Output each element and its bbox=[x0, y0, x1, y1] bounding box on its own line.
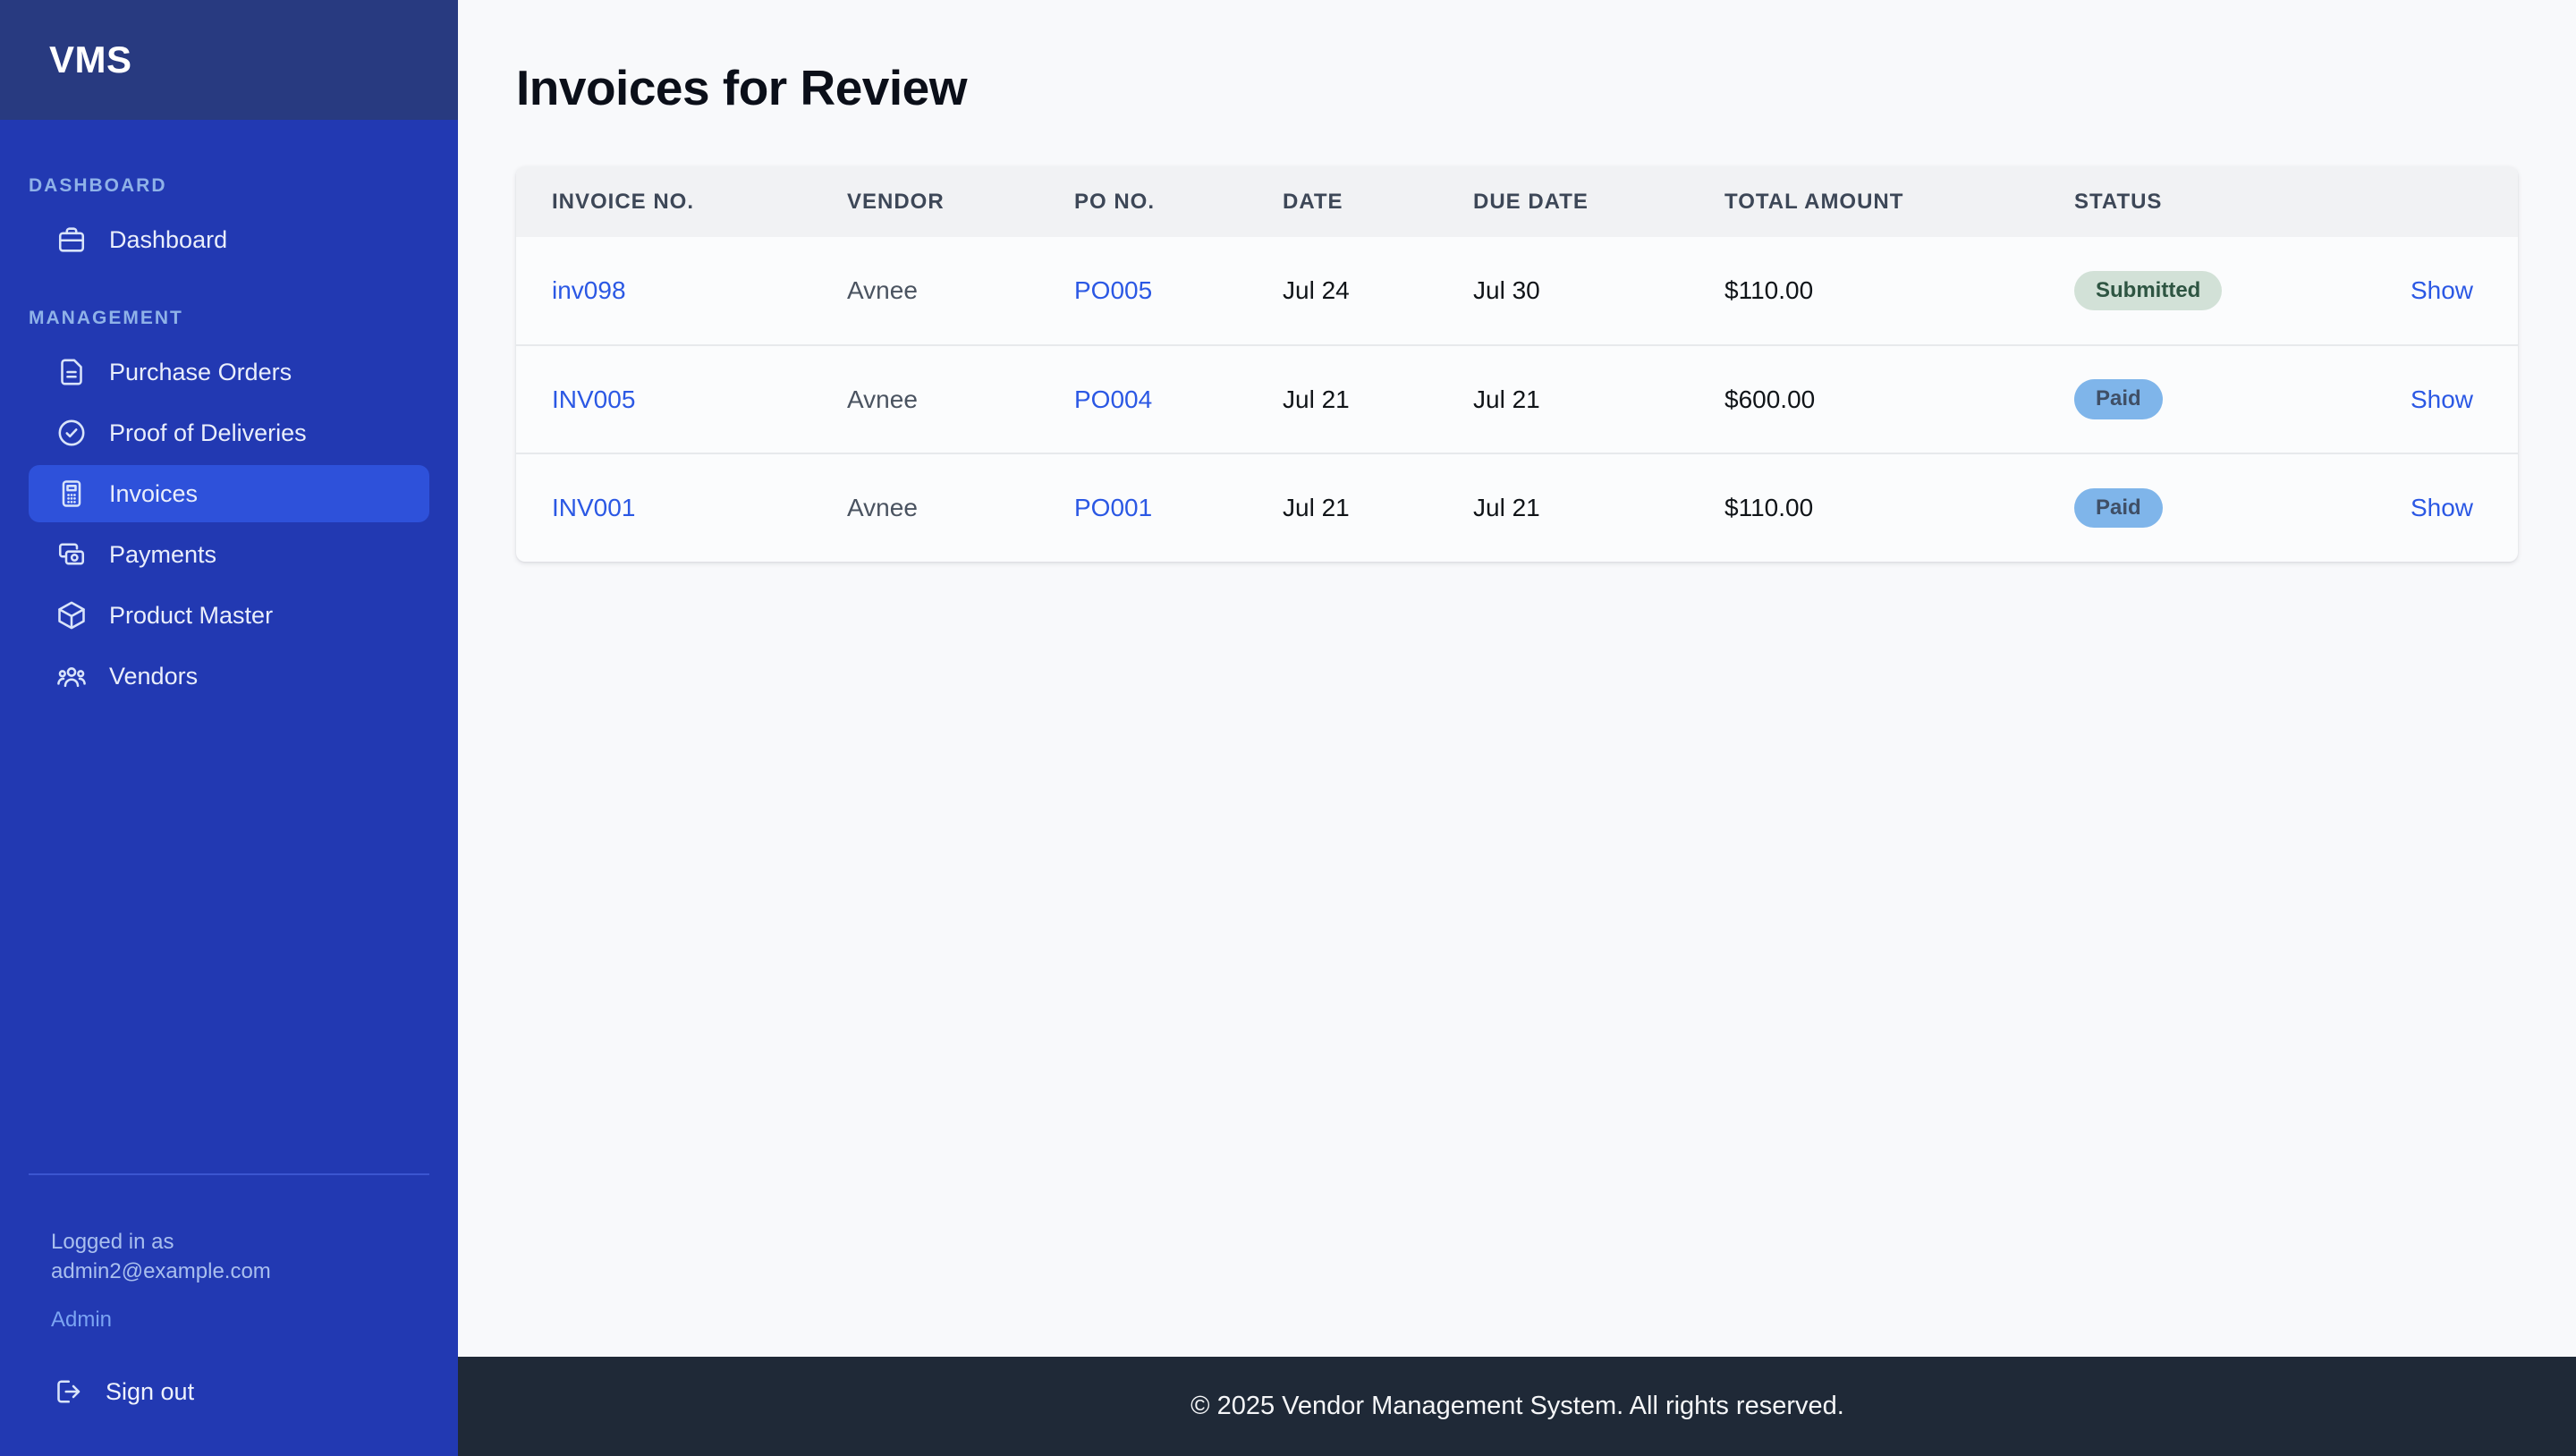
column-header-invoice-no: Invoice No. bbox=[552, 189, 695, 214]
users-icon bbox=[55, 660, 88, 692]
sidebar-item-label: Dashboard bbox=[109, 225, 228, 253]
total-amount-cell: $600.00 bbox=[1689, 344, 2038, 453]
main-content: Invoices for Review Invoice No. Vendor P… bbox=[458, 0, 2576, 1357]
sign-out-button[interactable]: Sign out bbox=[29, 1363, 429, 1420]
user-role: Admin bbox=[51, 1308, 113, 1332]
invoice-link[interactable]: INV001 bbox=[552, 494, 635, 521]
sidebar-item-invoices[interactable]: Invoices bbox=[29, 465, 429, 522]
sidebar-item-label: Product Master bbox=[109, 601, 274, 629]
date-cell: Jul 24 bbox=[1283, 276, 1350, 304]
sidebar-item-label: Invoices bbox=[109, 479, 199, 507]
app-logo: VMS bbox=[49, 38, 132, 80]
status-badge: Paid bbox=[2074, 379, 2163, 419]
main-area: Invoices for Review Invoice No. Vendor P… bbox=[458, 0, 2576, 1456]
due-date-cell: Jul 21 bbox=[1437, 453, 1689, 562]
footer: © 2025 Vendor Management System. All rig… bbox=[458, 1357, 2576, 1456]
column-header-po-no: PO No. bbox=[1074, 189, 1156, 214]
sidebar-user-section: Logged in as admin2@example.com Admin Si… bbox=[0, 1173, 458, 1456]
sidebar-item-payments[interactable]: Payments bbox=[29, 526, 429, 583]
nav-section-label-management: Management bbox=[29, 308, 183, 328]
sidebar-item-label: Purchase Orders bbox=[109, 358, 292, 385]
due-date-cell: Jul 21 bbox=[1437, 344, 1689, 453]
sidebar-item-dashboard[interactable]: Dashboard bbox=[29, 211, 429, 268]
table-row: inv098 Avnee PO005 Jul 24 Jul 30 $110.00… bbox=[516, 237, 2518, 345]
column-header-vendor: Vendor bbox=[847, 189, 945, 214]
sidebar-item-label: Proof of Deliveries bbox=[109, 419, 307, 446]
footer-text: © 2025 Vendor Management System. All rig… bbox=[1191, 1392, 1844, 1420]
sidebar: VMS Dashboard Dashboard Management bbox=[0, 0, 458, 1456]
column-header-due-date: Due Date bbox=[1473, 189, 1589, 214]
status-badge: Paid bbox=[2074, 487, 2163, 529]
total-amount-cell: $110.00 bbox=[1689, 453, 2038, 562]
logged-in-label: Logged in as bbox=[51, 1230, 174, 1254]
sidebar-item-proof-of-deliveries[interactable]: Proof of Deliveries bbox=[29, 404, 429, 461]
show-link[interactable]: Show bbox=[2411, 494, 2473, 521]
nav-section-label-dashboard: Dashboard bbox=[29, 175, 167, 196]
column-header-total-amount: Total Amount bbox=[1724, 189, 1904, 214]
column-header-status: Status bbox=[2074, 189, 2163, 214]
show-link[interactable]: Show bbox=[2411, 276, 2473, 304]
po-link[interactable]: PO004 bbox=[1074, 385, 1152, 413]
document-icon bbox=[55, 356, 88, 388]
table-row: INV005 Avnee PO004 Jul 21 Jul 21 $600.00… bbox=[516, 344, 2518, 453]
due-date-cell: Jul 30 bbox=[1473, 276, 1540, 304]
sidebar-item-vendors[interactable]: Vendors bbox=[29, 648, 429, 705]
app-window: VMS Dashboard Dashboard Management bbox=[0, 0, 2576, 1456]
vendor-cell: Avnee bbox=[847, 276, 918, 304]
calculator-icon bbox=[55, 478, 88, 510]
po-link[interactable]: PO005 bbox=[1074, 276, 1152, 304]
invoice-link[interactable]: inv098 bbox=[552, 276, 626, 304]
page-title: Invoices for Review bbox=[516, 60, 968, 115]
briefcase-icon bbox=[55, 224, 88, 256]
sidebar-item-label: Vendors bbox=[109, 662, 199, 690]
invoices-table: Invoice No. Vendor PO No. Date Due Date … bbox=[516, 166, 2518, 562]
vendor-cell: Avnee bbox=[811, 344, 1038, 453]
sidebar-nav: Dashboard Dashboard Management bbox=[0, 120, 458, 708]
banknotes-icon bbox=[55, 538, 88, 571]
sidebar-divider bbox=[29, 1173, 429, 1175]
invoices-table-card: Invoice No. Vendor PO No. Date Due Date … bbox=[516, 166, 2518, 562]
user-email: admin2@example.com bbox=[51, 1259, 271, 1283]
sidebar-item-label: Payments bbox=[109, 540, 217, 568]
status-badge: Submitted bbox=[2074, 270, 2223, 311]
cube-icon bbox=[55, 599, 88, 631]
vendor-cell: Avnee bbox=[811, 453, 1038, 562]
sign-out-label: Sign out bbox=[106, 1377, 195, 1405]
invoice-link[interactable]: INV005 bbox=[552, 385, 635, 413]
check-circle-icon bbox=[55, 417, 88, 449]
table-row: INV001 Avnee PO001 Jul 21 Jul 21 $110.00… bbox=[516, 453, 2518, 562]
column-header-action bbox=[2334, 166, 2518, 237]
sidebar-header: VMS bbox=[0, 0, 458, 120]
sidebar-item-purchase-orders[interactable]: Purchase Orders bbox=[29, 343, 429, 401]
date-cell: Jul 21 bbox=[1247, 453, 1437, 562]
sidebar-item-product-master[interactable]: Product Master bbox=[29, 587, 429, 644]
logged-in-as: Logged in as admin2@example.com bbox=[0, 1227, 458, 1286]
column-header-date: Date bbox=[1283, 189, 1343, 214]
date-cell: Jul 21 bbox=[1247, 344, 1437, 453]
po-link[interactable]: PO001 bbox=[1074, 494, 1152, 521]
total-amount-cell: $110.00 bbox=[1724, 276, 1814, 304]
show-link[interactable]: Show bbox=[2411, 385, 2473, 413]
logout-icon bbox=[52, 1376, 84, 1408]
table-header-row: Invoice No. Vendor PO No. Date Due Date … bbox=[516, 166, 2518, 237]
